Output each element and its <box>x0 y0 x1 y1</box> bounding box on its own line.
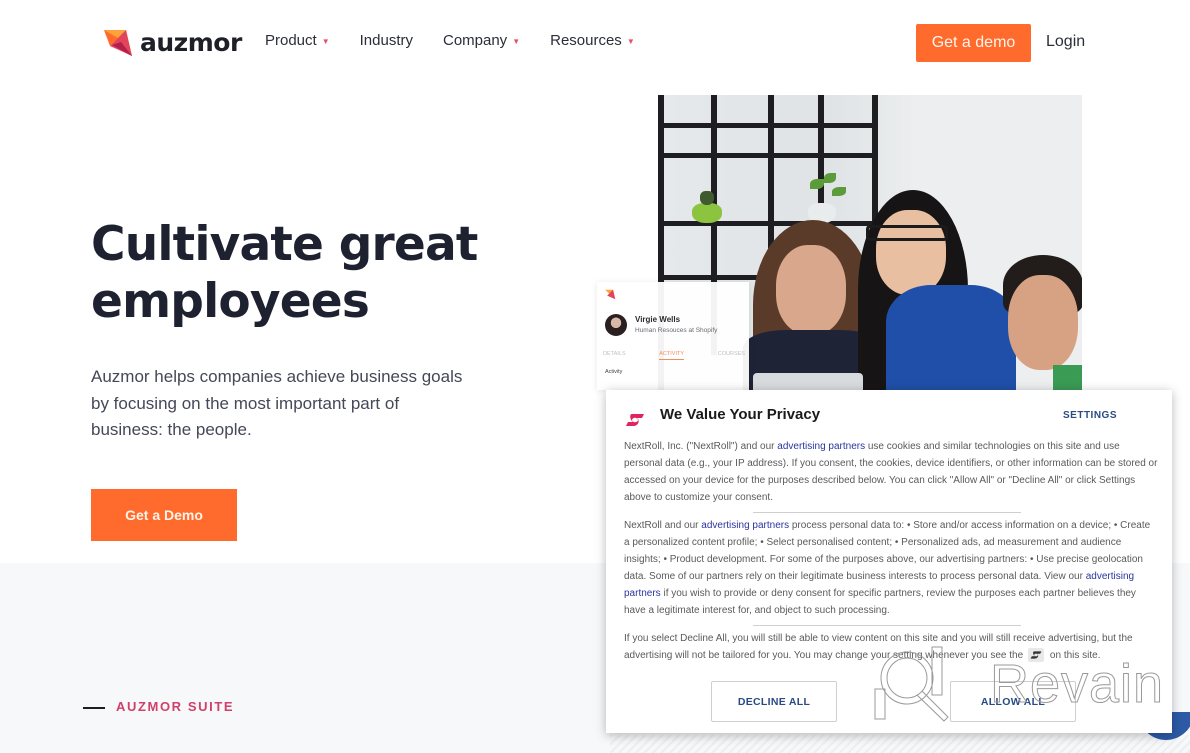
privacy-paragraph-3: If you select Decline All, you will stil… <box>624 630 1158 664</box>
decorative-pattern <box>610 735 1190 753</box>
brand-logo[interactable]: auzmor <box>104 28 242 58</box>
nav-industry[interactable]: Industry <box>360 32 413 49</box>
privacy-consent-dialog: We Value Your Privacy SETTINGS NextRoll,… <box>606 390 1172 733</box>
profile-tab-courses[interactable]: COURSES <box>718 351 745 360</box>
decline-all-button[interactable]: DECLINE ALL <box>711 681 837 722</box>
chevron-down-icon: ▼ <box>626 37 635 46</box>
privacy-title: We Value Your Privacy <box>660 406 821 423</box>
nav-resources-label: Resources <box>550 32 622 49</box>
nextroll-logo-icon <box>626 414 644 426</box>
auzmor-mini-logo-icon <box>605 289 616 300</box>
profile-card: Virgie Wells Human Resouces at Shopify D… <box>597 282 749 390</box>
privacy-p3-text-end: on this site. <box>1049 650 1101 661</box>
nav-industry-label: Industry <box>359 32 413 49</box>
nav-product[interactable]: Product ▼ <box>265 32 330 49</box>
privacy-paragraph-1: NextRoll, Inc. ("NextRoll") and our adve… <box>624 438 1158 506</box>
privacy-p2-text-start: NextRoll and our <box>624 520 702 531</box>
nav-company-label: Company <box>442 32 508 49</box>
profile-activity-label: Activity <box>605 369 623 375</box>
nav-resources[interactable]: Resources ▼ <box>550 32 635 49</box>
allow-all-button[interactable]: ALLOW ALL <box>950 681 1076 722</box>
hero-title-line2: employees <box>91 274 370 329</box>
advertising-partners-link[interactable]: advertising partners <box>701 520 789 531</box>
hero-title: Cultivate great employees <box>91 216 478 330</box>
chevron-down-icon: ▼ <box>512 37 521 46</box>
advertising-partners-link[interactable]: advertising partners <box>777 441 865 452</box>
privacy-p2-text-end: if you wish to provide or deny consent f… <box>624 588 1136 616</box>
privacy-paragraph-2: NextRoll and our advertising partners pr… <box>624 517 1158 619</box>
hero-title-line1: Cultivate great <box>91 217 478 272</box>
suite-section-label: AUZMOR SUITE <box>116 699 235 714</box>
profile-tab-details[interactable]: DETAILS <box>603 351 626 360</box>
brand-name: auzmor <box>140 27 242 57</box>
auzmor-logo-icon <box>104 30 132 56</box>
privacy-settings-link[interactable]: SETTINGS <box>1063 410 1117 421</box>
profile-name: Virgie Wells <box>635 315 681 324</box>
nextroll-settings-icon[interactable] <box>1027 648 1044 663</box>
nav-company[interactable]: Company ▼ <box>443 32 520 49</box>
suite-dash-divider <box>83 707 105 709</box>
chevron-down-icon: ▼ <box>321 37 330 46</box>
nav-links: Product ▼ Industry Company ▼ Resources ▼ <box>265 32 635 49</box>
privacy-divider <box>753 625 1021 626</box>
nav-product-label: Product <box>265 32 317 49</box>
profile-role: Human Resouces at Shopify <box>635 327 718 334</box>
profile-tabs: DETAILS ACTIVITY COURSES <box>603 351 745 360</box>
profile-avatar <box>605 314 627 336</box>
privacy-p1-text-start: NextRoll, Inc. ("NextRoll") and our <box>624 441 778 452</box>
privacy-divider <box>753 512 1021 513</box>
profile-tab-activity[interactable]: ACTIVITY <box>659 351 685 360</box>
hero-get-demo-button[interactable]: Get a Demo <box>91 489 237 541</box>
top-navigation: auzmor Product ▼ Industry Company ▼ Reso… <box>0 0 1190 85</box>
login-link[interactable]: Login <box>1046 33 1085 51</box>
hero-description: Auzmor helps companies achieve business … <box>91 367 463 439</box>
get-a-demo-button[interactable]: Get a demo <box>916 24 1031 62</box>
